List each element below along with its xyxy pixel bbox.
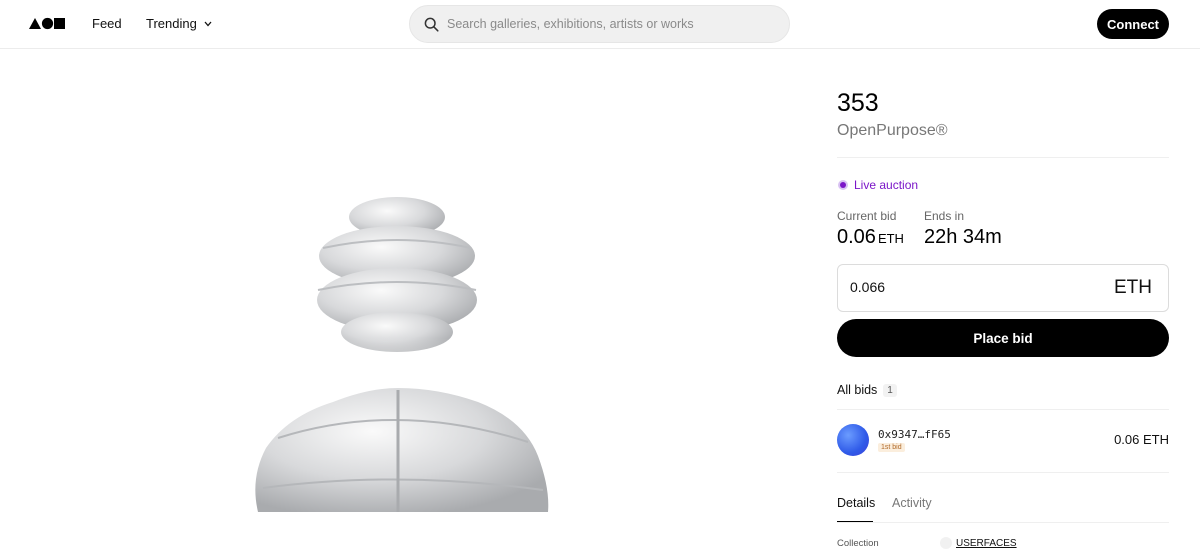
connect-button[interactable]: Connect <box>1097 9 1169 39</box>
current-bid-label: Current bid <box>837 209 897 223</box>
tab-details[interactable]: Details <box>837 496 875 510</box>
all-bids-header[interactable]: All bids 1 <box>837 383 897 397</box>
divider <box>837 157 1169 158</box>
search-input[interactable] <box>447 17 767 31</box>
collection-label: Collection <box>837 538 879 549</box>
bid-amount: 0.06 ETH <box>1114 432 1169 447</box>
aoi-logo[interactable] <box>29 17 65 30</box>
chevron-down-icon <box>204 21 212 26</box>
current-bid-value: 0.06 ETH <box>837 226 904 249</box>
artwork-creator[interactable]: OpenPurpose® <box>837 122 948 140</box>
bid-count-badge: 1 <box>883 383 897 397</box>
live-dot-icon <box>838 180 848 190</box>
current-bid-unit: ETH <box>877 231 904 246</box>
collection-link[interactable]: USERFACES <box>940 537 1017 549</box>
bid-amount-field[interactable]: ETH <box>837 264 1169 312</box>
ends-in-value: 22h 34m <box>924 226 1002 248</box>
artwork-image[interactable] <box>238 188 554 512</box>
bid-currency-label: ETH <box>1114 277 1152 298</box>
artwork-title: 353 <box>837 89 879 117</box>
all-bids-label: All bids <box>837 383 878 397</box>
tab-activity[interactable]: Activity <box>892 496 932 510</box>
search-icon <box>424 17 439 32</box>
place-bid-button[interactable]: Place bid <box>837 319 1169 357</box>
search-bar[interactable] <box>409 5 790 43</box>
divider <box>837 472 1169 473</box>
divider <box>837 522 1169 523</box>
bidder-address[interactable]: 0x9347…fF65 <box>878 428 951 441</box>
auction-status-label: Live auction <box>854 178 919 192</box>
collection-name: USERFACES <box>956 537 1017 549</box>
divider <box>837 409 1169 410</box>
auction-status: Live auction <box>838 178 918 192</box>
bidder-avatar[interactable] <box>837 424 869 456</box>
current-bid-amount: 0.06 <box>837 226 876 248</box>
top-navbar: Feed Trending Connect <box>0 0 1200 49</box>
collection-icon <box>940 537 952 549</box>
nav-feed-link[interactable]: Feed <box>92 16 122 31</box>
nav-trending-label: Trending <box>146 16 197 31</box>
bid-amount-input[interactable] <box>850 279 1070 295</box>
nav-trending-dropdown[interactable]: Trending <box>146 16 212 31</box>
bid-rank-badge: 1st bid <box>878 443 905 452</box>
ends-in-label: Ends in <box>924 209 965 223</box>
